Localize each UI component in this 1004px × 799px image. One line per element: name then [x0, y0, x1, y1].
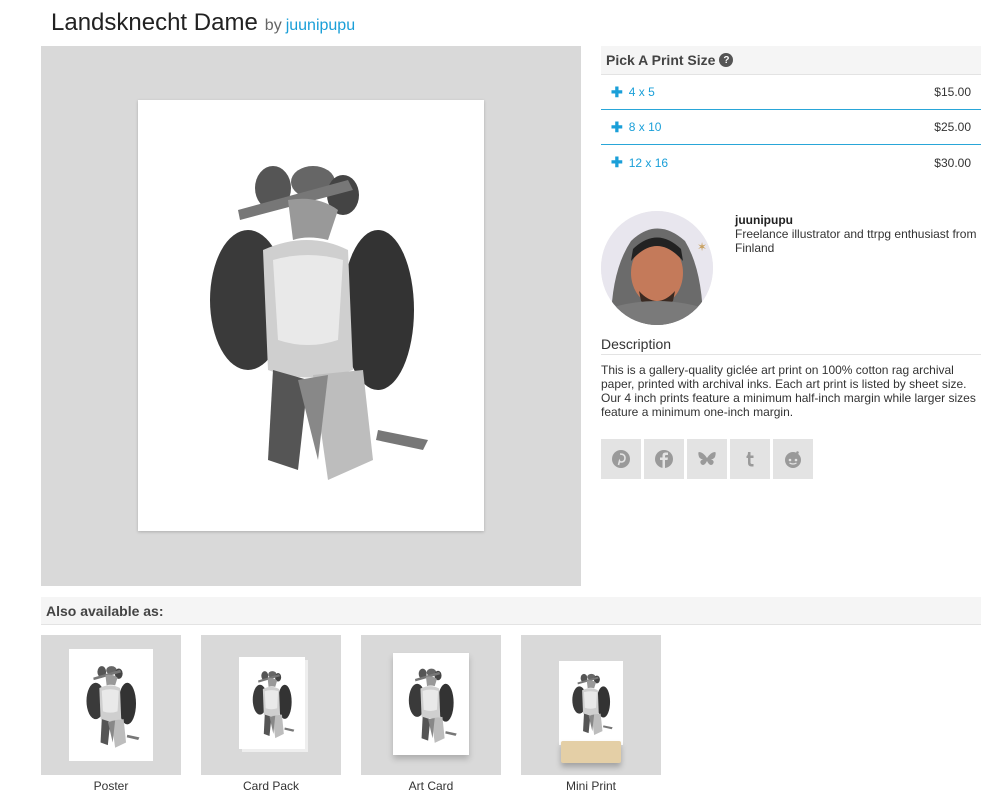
alt-product-poster[interactable]: Poster [41, 635, 181, 793]
alt-label[interactable]: Mini Print [521, 779, 661, 793]
help-icon[interactable]: ? [719, 53, 734, 67]
description-title: Description [601, 336, 981, 355]
size-option-8x10[interactable]: ✚ 8 x 10 $25.00 [601, 110, 981, 145]
artist-name[interactable]: juunipupu [735, 213, 793, 227]
plus-icon: ✚ [611, 154, 623, 170]
artist-block: ✶ juunipupu Freelance illustrator and tt… [601, 211, 981, 327]
alt-thumb[interactable] [361, 635, 501, 775]
alt-product-card-pack[interactable]: Card Pack [201, 635, 341, 793]
main-image-panel[interactable] [41, 46, 581, 586]
bluesky-share-button[interactable] [687, 439, 727, 479]
main-print-image[interactable] [138, 100, 484, 531]
alt-label[interactable]: Art Card [361, 779, 501, 793]
alt-product-mini-print[interactable]: Mini Print [521, 635, 661, 793]
facebook-icon [655, 450, 673, 468]
plus-icon: ✚ [611, 83, 623, 100]
mini-print-thumb-image [559, 661, 623, 745]
size-option-4x5[interactable]: ✚ 4 x 5 $15.00 [601, 75, 981, 110]
share-row [601, 439, 816, 479]
print-size-panel: Pick A Print Size ? ✚ 4 x 5 $15.00 ✚ 8 x… [601, 46, 981, 180]
bluesky-icon [698, 452, 716, 465]
size-option-left: ✚ 12 x 16 [611, 154, 668, 171]
print-size-header-label: Pick A Print Size [606, 52, 716, 68]
tumblr-icon [746, 452, 754, 467]
avatar-image: ✶ [601, 211, 713, 325]
size-price: $25.00 [934, 120, 971, 134]
artist-bio: Freelance illustrator and ttrpg enthusia… [735, 227, 977, 255]
size-price: $15.00 [934, 85, 971, 99]
artist-link[interactable]: juunipupu [286, 17, 355, 35]
artwork-image [210, 166, 428, 480]
alt-thumb[interactable] [41, 635, 181, 775]
pinterest-icon [612, 450, 630, 468]
size-price: $30.00 [934, 155, 971, 170]
size-option-left: ✚ 4 x 5 [611, 84, 655, 101]
wood-stand [561, 741, 621, 763]
art-card-thumb-image [393, 653, 469, 755]
also-available-label: Also available as: [46, 602, 164, 619]
size-label: 12 x 16 [628, 155, 669, 170]
alt-thumb[interactable] [201, 635, 341, 775]
size-option-left: ✚ 8 x 10 [611, 119, 661, 136]
plus-icon: ✚ [611, 118, 623, 135]
also-available-header: Also available as: [41, 597, 981, 625]
alt-label[interactable]: Poster [41, 779, 181, 793]
print-size-header: Pick A Print Size ? [601, 46, 981, 75]
svg-text:✶: ✶ [697, 240, 707, 254]
pinterest-share-button[interactable] [601, 439, 641, 479]
avatar[interactable]: ✶ [601, 211, 713, 325]
size-option-12x16[interactable]: ✚ 12 x 16 $30.00 [601, 145, 981, 180]
by-label: by [264, 17, 282, 34]
description-text: This is a gallery-quality giclée art pri… [601, 363, 976, 419]
size-label: 8 x 10 [628, 120, 662, 134]
poster-thumb-image [69, 649, 153, 761]
size-label: 4 x 5 [628, 85, 655, 99]
alt-product-art-card[interactable]: Art Card [361, 635, 501, 793]
facebook-share-button[interactable] [644, 439, 684, 479]
alt-thumb[interactable] [521, 635, 661, 775]
card-pack-thumb-image [239, 657, 305, 749]
page-title: Landsknecht Dame [51, 9, 258, 36]
reddit-icon [785, 451, 801, 468]
tumblr-share-button[interactable] [730, 439, 770, 479]
title-row: Landsknecht Dame by juunipupu [51, 9, 355, 39]
alt-label[interactable]: Card Pack [201, 779, 341, 793]
reddit-share-button[interactable] [773, 439, 813, 479]
